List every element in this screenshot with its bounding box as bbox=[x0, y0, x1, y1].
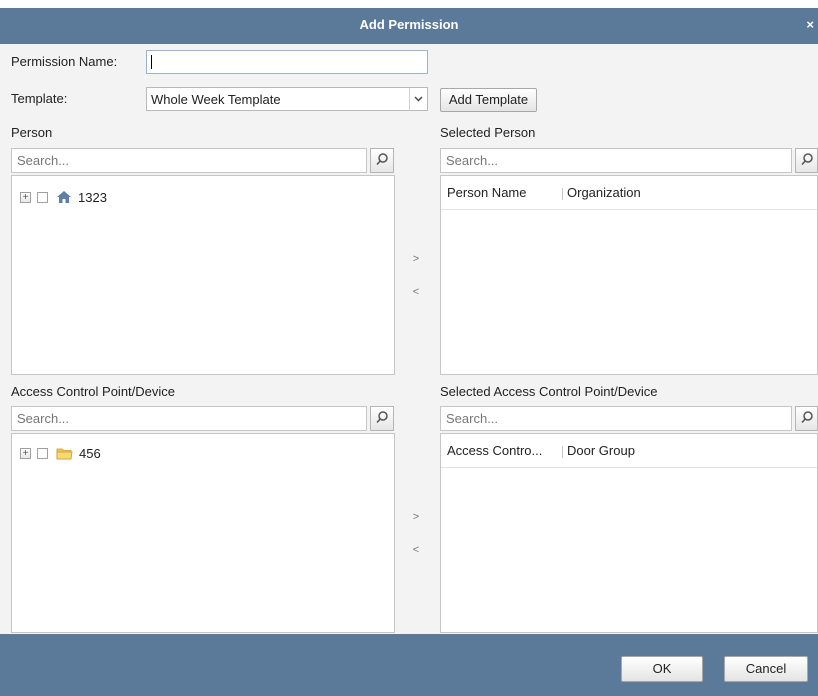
selected-device-table: Access Contro... Door Group bbox=[440, 433, 818, 633]
remove-device-arrow-button[interactable]: < bbox=[409, 544, 423, 556]
permission-name-field[interactable] bbox=[146, 50, 428, 74]
column-organization[interactable]: Organization bbox=[567, 185, 641, 200]
search-icon bbox=[800, 152, 814, 169]
add-template-button[interactable]: Add Template bbox=[440, 88, 537, 112]
selected-device-search-button[interactable] bbox=[795, 406, 818, 431]
person-search-button[interactable] bbox=[370, 148, 394, 173]
person-title: Person bbox=[11, 125, 53, 140]
dialog-footer: OK Cancel bbox=[0, 634, 818, 696]
permission-name-label: Permission Name: bbox=[11, 54, 118, 69]
template-label: Template: bbox=[11, 91, 68, 106]
table-header: Access Contro... Door Group bbox=[441, 434, 817, 468]
device-tree-panel: + 456 bbox=[11, 433, 395, 633]
selected-device-search-field[interactable] bbox=[441, 407, 791, 430]
expand-icon[interactable]: + bbox=[20, 447, 31, 459]
chevron-down-icon[interactable] bbox=[409, 88, 427, 110]
dialog-title: Add Permission bbox=[359, 17, 459, 32]
template-select[interactable]: Whole Week Template bbox=[146, 87, 428, 111]
dialog-content: Permission Name: Template: Whole Week Te… bbox=[0, 44, 818, 634]
cancel-button[interactable]: Cancel bbox=[724, 656, 808, 682]
folder-icon bbox=[56, 447, 73, 460]
search-icon bbox=[375, 410, 389, 427]
person-search-input[interactable] bbox=[11, 148, 367, 173]
column-divider bbox=[562, 188, 563, 200]
selected-person-search-button[interactable] bbox=[795, 148, 818, 173]
home-icon bbox=[56, 190, 72, 204]
selected-person-search-field[interactable] bbox=[441, 149, 791, 172]
remove-person-arrow-button[interactable]: < bbox=[409, 286, 423, 298]
device-search-button[interactable] bbox=[370, 406, 394, 431]
selected-person-search-input[interactable] bbox=[440, 148, 792, 173]
text-caret bbox=[151, 55, 152, 69]
template-selected-value: Whole Week Template bbox=[151, 92, 281, 107]
device-search-input[interactable] bbox=[11, 406, 367, 431]
selected-device-title: Selected Access Control Point/Device bbox=[440, 384, 658, 399]
selected-person-title: Selected Person bbox=[440, 125, 536, 140]
tree-node-label: 456 bbox=[79, 445, 101, 461]
selected-person-table: Person Name Organization bbox=[440, 175, 818, 375]
person-search-field[interactable] bbox=[12, 149, 366, 172]
search-icon bbox=[800, 410, 814, 427]
tree-node[interactable]: + 456 bbox=[20, 444, 101, 462]
ok-button[interactable]: OK bbox=[621, 656, 703, 682]
table-header: Person Name Organization bbox=[441, 176, 817, 210]
expand-icon[interactable]: + bbox=[20, 191, 31, 203]
add-person-arrow-button[interactable]: > bbox=[409, 253, 423, 265]
column-door-group[interactable]: Door Group bbox=[567, 443, 635, 458]
column-divider bbox=[562, 446, 563, 458]
tree-checkbox[interactable] bbox=[37, 191, 48, 203]
add-device-arrow-button[interactable]: > bbox=[409, 511, 423, 523]
person-tree-panel: + 1323 bbox=[11, 175, 395, 375]
device-search-field[interactable] bbox=[12, 407, 366, 430]
column-access-control-point[interactable]: Access Contro... bbox=[447, 443, 542, 458]
dialog-titlebar: Add Permission × bbox=[0, 8, 818, 44]
tree-checkbox[interactable] bbox=[37, 447, 48, 459]
device-title: Access Control Point/Device bbox=[11, 384, 176, 399]
tree-node[interactable]: + 1323 bbox=[20, 188, 107, 206]
tree-node-label: 1323 bbox=[78, 189, 107, 205]
column-person-name[interactable]: Person Name bbox=[447, 185, 526, 200]
close-icon[interactable]: × bbox=[806, 17, 814, 32]
search-icon bbox=[375, 152, 389, 169]
selected-device-search-input[interactable] bbox=[440, 406, 792, 431]
